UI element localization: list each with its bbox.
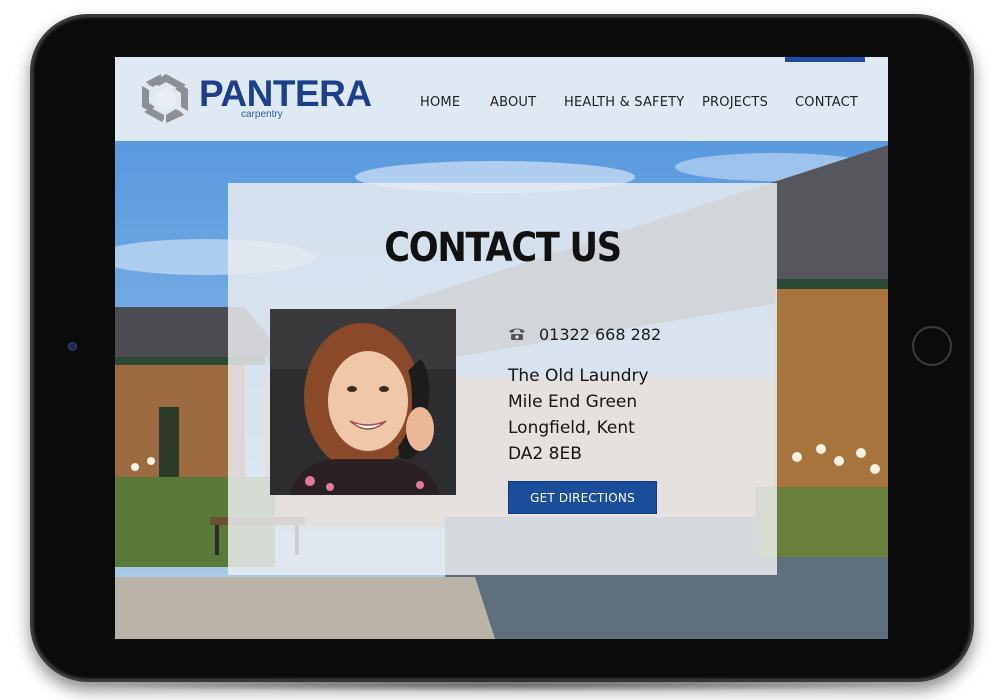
brand-name: PANTERA [199, 73, 372, 114]
contact-panel: CONTACT US 01322 668 282 The Old Laundry… [228, 183, 777, 575]
nav-projects[interactable]: PROJECTS [702, 95, 768, 110]
address-line: DA2 8EB [508, 444, 582, 464]
brand-tagline: carpentry [241, 109, 283, 120]
hexagon-logo-icon [142, 74, 188, 123]
home-button[interactable] [912, 326, 952, 366]
address-block: The Old Laundry Mile End Green Longfield… [508, 363, 649, 467]
camera-icon [68, 342, 77, 351]
nav-contact[interactable]: CONTACT [795, 95, 858, 110]
nav-home[interactable]: HOME [420, 95, 460, 110]
get-directions-button[interactable]: GET DIRECTIONS [508, 481, 657, 514]
site-logo[interactable]: PANTERA carpentry [139, 71, 372, 127]
telephone-icon [509, 328, 525, 340]
nav-about[interactable]: ABOUT [490, 95, 536, 110]
phone-number[interactable]: 01322 668 282 [539, 325, 661, 344]
tablet-shadow [60, 678, 940, 692]
address-line: Longfield, Kent [508, 418, 635, 438]
nav-health-safety[interactable]: HEALTH & SAFETY [564, 95, 684, 110]
nav-active-indicator [785, 57, 865, 62]
screen: PANTERA carpentry HOME ABOUT HEALTH & SA… [115, 57, 888, 639]
contact-photo [270, 309, 456, 495]
address-line: The Old Laundry [508, 366, 649, 386]
site-header: PANTERA carpentry HOME ABOUT HEALTH & SA… [115, 57, 888, 141]
page-title: CONTACT US [384, 225, 622, 271]
address-line: Mile End Green [508, 392, 638, 412]
